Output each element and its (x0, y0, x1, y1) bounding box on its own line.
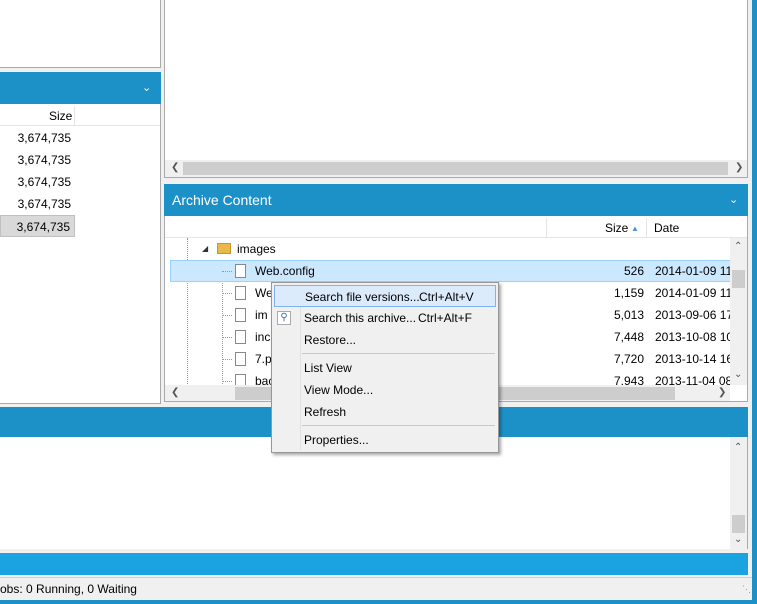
file-icon (235, 330, 246, 344)
context-menu: Search file versions... Ctrl+Alt+V ⚲ Sea… (271, 282, 499, 453)
scroll-thumb[interactable] (183, 162, 728, 175)
file-date: 2014-01-09 11: (655, 286, 736, 300)
menu-item-label: Refresh (304, 405, 347, 419)
menu-item-label: List View (304, 361, 352, 375)
file-name[interactable]: 7.p (255, 352, 272, 366)
menu-item-shortcut: Ctrl+Alt+V (419, 290, 474, 304)
top-right-pane: ❮ ❯ (164, 0, 748, 178)
status-jobs-text: obs: 0 Running, 0 Waiting (0, 582, 137, 596)
scroll-up-icon[interactable]: ⌃ (734, 242, 742, 252)
menu-item-label: View Mode... (304, 383, 374, 397)
menu-separator (302, 425, 495, 426)
chevron-down-icon[interactable]: ⌄ (729, 193, 738, 206)
search-icon: ⚲ (277, 311, 291, 325)
bottom-vscrollbar[interactable]: ⌃ ⌄ (730, 437, 747, 549)
file-date: 2013-10-14 16: (655, 352, 737, 366)
scroll-down-icon[interactable]: ⌄ (734, 370, 742, 380)
resize-grip-icon[interactable]: ⋱ (742, 584, 751, 595)
expand-arrow-icon[interactable]: ◢ (202, 244, 208, 253)
menu-item-restore[interactable]: Restore... (272, 329, 498, 351)
file-icon (235, 264, 246, 278)
left-list-size[interactable]: 3,674,735 (0, 149, 71, 171)
file-icon (235, 352, 246, 366)
archive-header-bar: Archive Content ⌄ (164, 184, 748, 216)
left-list-size[interactable]: 3,674,735 (0, 127, 71, 149)
bottom-blue-strip (0, 553, 748, 575)
menu-item-search-this-archive[interactable]: ⚲ Search this archive... Ctrl+Alt+F (272, 307, 498, 329)
chevron-down-icon[interactable]: ⌄ (142, 81, 151, 94)
col-date-header[interactable]: Date (654, 218, 679, 238)
menu-item-list-view[interactable]: List View (272, 357, 498, 379)
left-list-size-selected[interactable]: 3,674,735 (0, 215, 75, 237)
folder-name[interactable]: images (237, 242, 276, 256)
scroll-thumb[interactable] (732, 515, 745, 533)
window-bottom-border (0, 600, 757, 604)
menu-item-shortcut: Ctrl+Alt+F (418, 311, 473, 325)
menu-separator (302, 353, 495, 354)
file-icon (235, 308, 246, 322)
file-size: 7,448 (613, 330, 644, 344)
file-name[interactable]: inc (255, 330, 270, 344)
status-bar: obs: 0 Running, 0 Waiting ⋱ (0, 577, 757, 599)
col-size-header[interactable]: Size (605, 218, 628, 238)
left-size-header[interactable]: Size (49, 106, 72, 126)
file-size: 1,159 (613, 286, 644, 300)
file-size: 7,720 (613, 352, 644, 366)
file-size: 526 (623, 264, 644, 278)
scroll-down-icon[interactable]: ⌄ (734, 535, 742, 545)
menu-item-label: Search this archive... (304, 311, 417, 325)
archive-title: Archive Content (172, 192, 272, 208)
file-size: 5,013 (613, 308, 644, 322)
top-left-pane (0, 0, 161, 68)
window-right-border (752, 0, 757, 604)
file-name[interactable]: Web.config (255, 264, 315, 278)
file-date: 2014-01-09 11: (655, 264, 736, 278)
scroll-right-icon[interactable]: ❯ (718, 388, 726, 398)
menu-item-label: Properties... (304, 433, 369, 447)
left-list-size[interactable]: 3,674,735 (0, 171, 71, 193)
sort-ascending-icon: ▲ (631, 224, 639, 233)
scroll-up-icon[interactable]: ⌃ (734, 443, 742, 453)
scroll-left-icon[interactable]: ❮ (171, 388, 179, 398)
scroll-left-icon[interactable]: ❮ (171, 163, 179, 173)
menu-item-refresh[interactable]: Refresh (272, 401, 498, 423)
left-list-size[interactable]: 3,674,735 (0, 193, 71, 215)
archive-vscrollbar[interactable]: ⌃ ⌄ (730, 238, 747, 385)
left-pane-header-bar: ⌄ (0, 72, 161, 104)
menu-item-view-mode[interactable]: View Mode... (272, 379, 498, 401)
menu-item-label: Restore... (304, 333, 357, 347)
menu-item-properties[interactable]: Properties... (272, 429, 498, 451)
top-right-hscrollbar[interactable]: ❮ ❯ (165, 160, 747, 177)
left-list-header: Size (0, 106, 160, 126)
file-name[interactable]: im (255, 308, 268, 322)
menu-item-search-file-versions[interactable]: Search file versions... Ctrl+Alt+V (274, 285, 496, 307)
scroll-thumb[interactable] (732, 270, 745, 288)
bottom-panel: ⌃ ⌄ (0, 437, 748, 549)
archive-list-header: Size ▲ Date (165, 218, 747, 238)
left-list: Size 3,674,735 3,674,735 3,674,735 3,674… (0, 104, 161, 404)
folder-icon (217, 243, 231, 254)
scroll-right-icon[interactable]: ❯ (735, 163, 743, 173)
menu-item-label: Search file versions... (305, 290, 420, 304)
file-date: 2013-09-06 17: (655, 308, 737, 322)
file-date: 2013-10-08 10: (655, 330, 737, 344)
file-icon (235, 286, 246, 300)
